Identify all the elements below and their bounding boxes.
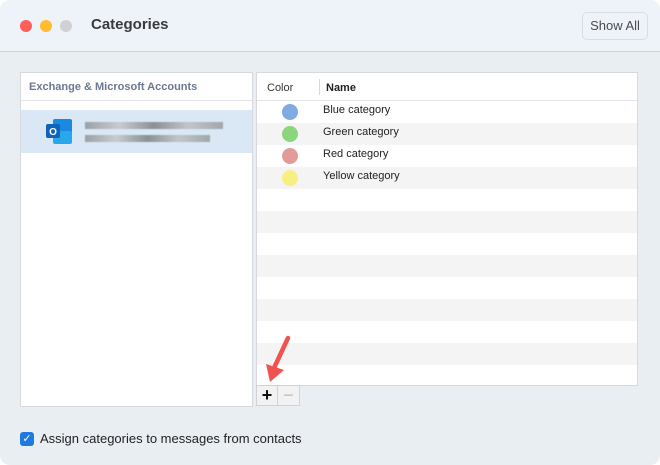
table-row[interactable]: Red category [257, 145, 637, 167]
add-remove-buttons: + − [256, 385, 300, 406]
empty-row [257, 343, 637, 365]
remove-category-button[interactable]: − [278, 386, 299, 405]
category-name: Blue category [323, 104, 391, 116]
category-name: Green category [323, 126, 399, 138]
color-swatch[interactable] [282, 126, 298, 142]
annotation-arrow-icon [266, 335, 291, 382]
empty-row [257, 277, 637, 299]
assign-categories-checkbox[interactable]: ✓ [20, 432, 34, 446]
table-header: Color Name [257, 73, 637, 101]
categories-window: Categories Show All Exchange & Microsoft… [0, 0, 660, 465]
empty-row [257, 189, 637, 211]
column-color[interactable]: Color [267, 82, 293, 94]
empty-row [257, 321, 637, 343]
outlook-icon: O [46, 119, 72, 144]
category-name: Yellow category [323, 170, 400, 182]
close-button[interactable] [20, 20, 32, 32]
table-row[interactable]: Green category [257, 123, 637, 145]
assign-categories-label[interactable]: Assign categories to messages from conta… [40, 431, 302, 446]
categories-table: Color Name Blue category Green category Re… [256, 72, 638, 386]
table-row[interactable]: Yellow category [257, 167, 637, 189]
svg-text:O: O [49, 127, 57, 138]
empty-row [257, 255, 637, 277]
color-swatch[interactable] [282, 148, 298, 164]
accounts-list: Exchange & Microsoft Accounts O [20, 72, 253, 407]
add-category-button[interactable]: + [257, 386, 279, 405]
category-name: Red category [323, 148, 389, 160]
account-item[interactable]: O [21, 110, 252, 153]
color-swatch[interactable] [282, 170, 298, 186]
redacted-account-name [85, 122, 223, 129]
table-row[interactable]: Blue category [257, 101, 637, 123]
window-title: Categories [91, 16, 169, 33]
zoom-button[interactable] [60, 20, 72, 32]
color-swatch[interactable] [282, 104, 298, 120]
redacted-account-email [85, 135, 210, 142]
empty-row [257, 233, 637, 255]
show-all-button[interactable]: Show All [582, 12, 648, 40]
title-bar: Categories Show All [0, 0, 660, 52]
accounts-header: Exchange & Microsoft Accounts [21, 73, 252, 101]
table-body: Blue category Green category Red category Y… [257, 101, 637, 385]
empty-row [257, 365, 637, 385]
column-name[interactable]: Name [326, 82, 356, 94]
empty-row [257, 299, 637, 321]
minimize-button[interactable] [40, 20, 52, 32]
empty-row [257, 211, 637, 233]
